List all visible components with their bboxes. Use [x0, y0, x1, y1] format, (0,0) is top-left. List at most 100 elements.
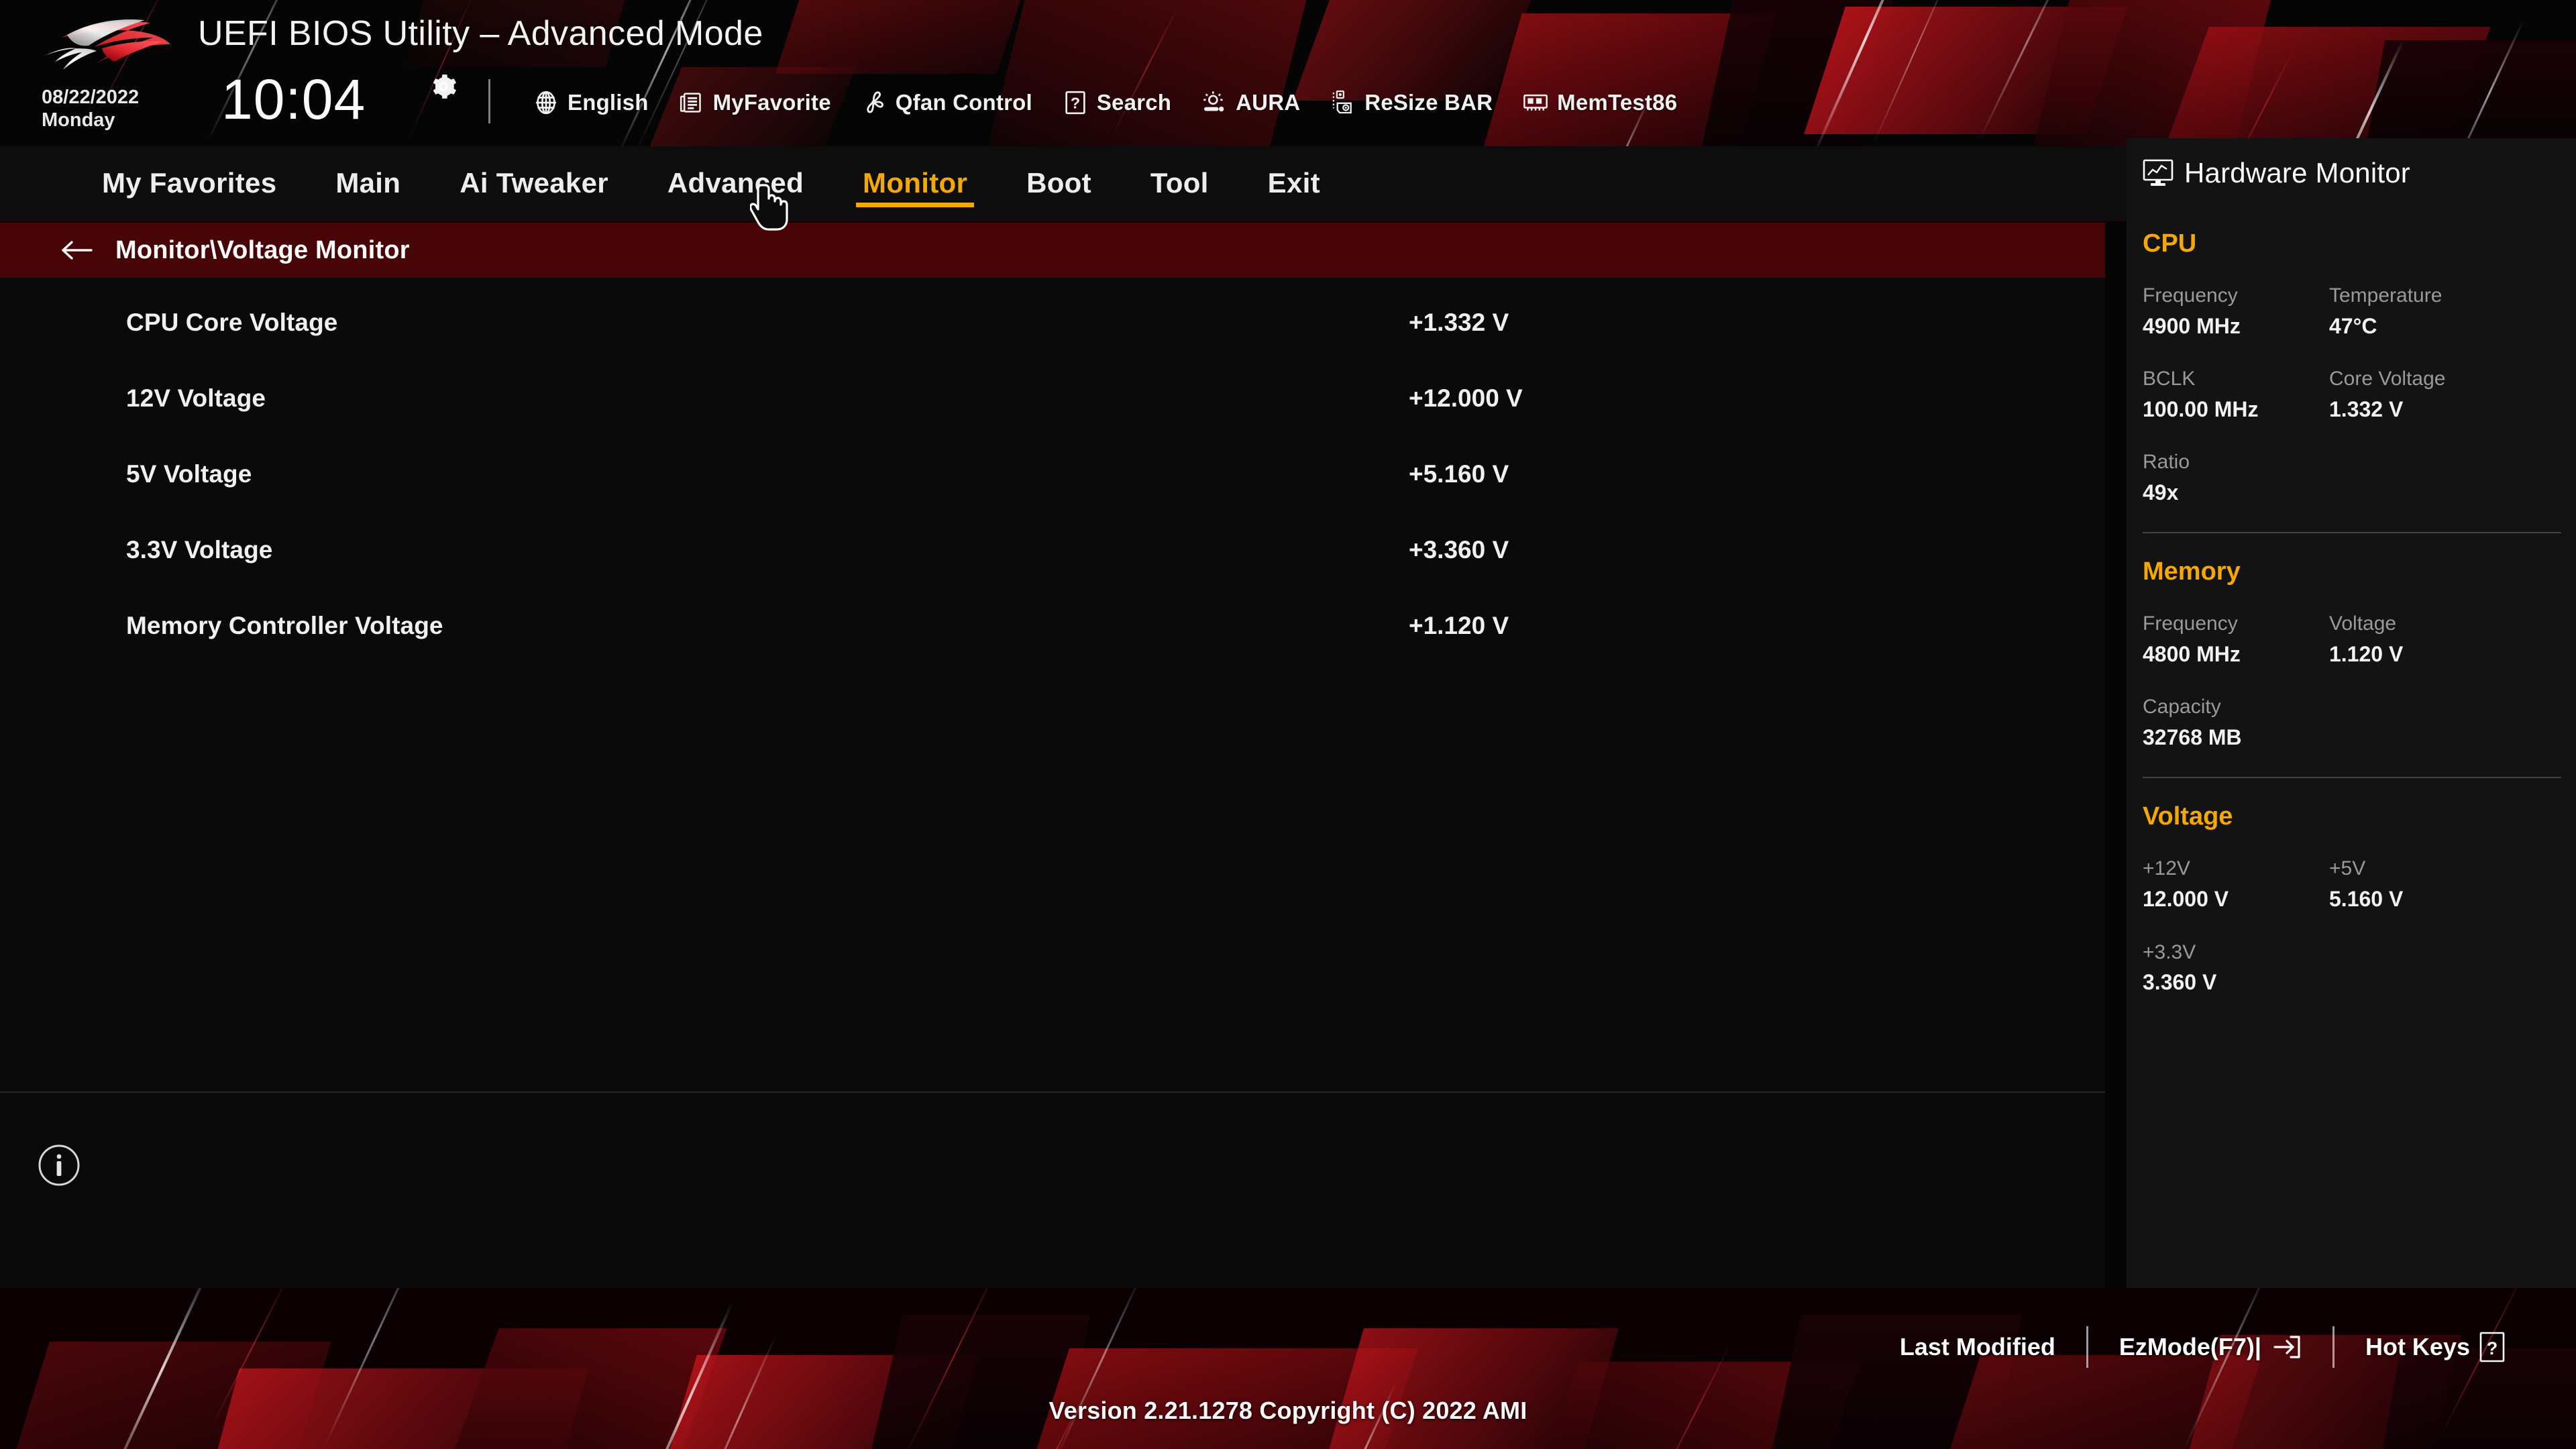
memtest86-label: MemTest86	[1557, 90, 1678, 115]
table-row[interactable]: CPU Core Voltage +1.332 V	[0, 284, 2105, 360]
row-label: CPU Core Voltage	[126, 308, 338, 336]
voltage-monitor-list: CPU Core Voltage +1.332 V 12V Voltage +1…	[0, 278, 2105, 1288]
weekday-value: Monday	[42, 109, 115, 131]
voltage-3-3v: +3.3V 3.360 V	[2143, 939, 2329, 997]
breadcrumb[interactable]: Monitor\Voltage Monitor	[0, 223, 2105, 278]
field-value: 5.160 V	[2329, 886, 2404, 911]
row-value: +5.160 V	[1409, 460, 1509, 488]
field-value: 12.000 V	[2143, 886, 2229, 911]
cpu-row-3: Ratio 49x	[2127, 449, 2576, 506]
qfan-control-label: Qfan Control	[895, 90, 1032, 115]
field-value: 47°C	[2329, 313, 2377, 338]
field-key: +12V	[2143, 857, 2190, 880]
cpu-temperature: Temperature 47°C	[2329, 282, 2516, 340]
tab-label: Advanced	[667, 167, 804, 199]
sidebar-section-memory-title: Memory	[2143, 557, 2241, 586]
cpu-row-1: Frequency 4900 MHz Temperature 47°C	[2127, 282, 2576, 340]
tab-exit[interactable]: Exit	[1238, 146, 1350, 221]
field-key: Ratio	[2143, 451, 2190, 474]
tab-label: Ai Tweaker	[460, 167, 608, 199]
ezmode-button[interactable]: EzMode(F7)|	[2088, 1323, 2332, 1371]
svg-text:?: ?	[2487, 1338, 2498, 1358]
memtest86-button[interactable]: MemTest86	[1507, 83, 1692, 123]
field-key: Frequency	[2143, 284, 2238, 307]
row-value: +3.360 V	[1409, 535, 1509, 564]
memory-frequency: Frequency 4800 MHz	[2143, 610, 2329, 668]
hardware-monitor-panel: Hardware Monitor CPU Frequency 4900 MHz …	[2127, 138, 2576, 1288]
field-value: 1.120 V	[2329, 641, 2404, 666]
field-value: 4900 MHz	[2143, 313, 2241, 338]
field-key: +3.3V	[2143, 941, 2196, 963]
tab-my-favorites[interactable]: My Favorites	[72, 146, 306, 221]
memory-voltage: Voltage 1.120 V	[2329, 610, 2516, 668]
tab-label: Exit	[1267, 167, 1320, 199]
globe-icon	[536, 91, 556, 115]
breadcrumb-path: Monitor\Voltage Monitor	[115, 235, 410, 264]
memory-module-icon	[1523, 94, 1548, 111]
back-arrow-icon[interactable]	[59, 239, 94, 262]
exit-arrow-icon	[2273, 1336, 2300, 1358]
cpu-ratio: Ratio 49x	[2143, 449, 2329, 506]
language-button[interactable]: English	[518, 83, 663, 123]
row-label: 5V Voltage	[126, 460, 252, 488]
clock-display: 10:04	[221, 68, 366, 131]
footer-bar: Last Modified EzMode(F7)| Hot Keys ?	[0, 1288, 2576, 1449]
field-key: BCLK	[2143, 368, 2196, 390]
field-key: Core Voltage	[2329, 368, 2446, 390]
field-key: Voltage	[2329, 612, 2397, 635]
voltage-row-1: +12V 12.000 V +5V 5.160 V	[2127, 855, 2576, 913]
ezmode-label: EzMode(F7)|	[2118, 1333, 2261, 1360]
date-display: 08/22/2022 Monday	[42, 86, 196, 131]
language-label: English	[568, 90, 649, 115]
last-modified-label: Last Modified	[1899, 1333, 2055, 1360]
tab-label: Boot	[1026, 167, 1091, 199]
cpu-frequency: Frequency 4900 MHz	[2143, 282, 2329, 340]
sidebar-divider	[2143, 532, 2561, 534]
resize-bar-button[interactable]: ReSize BAR	[1315, 83, 1507, 123]
search-button[interactable]: ? Search	[1047, 83, 1186, 123]
tab-label: Monitor	[863, 167, 968, 199]
gear-icon[interactable]	[429, 72, 458, 101]
tab-label: My Favorites	[102, 167, 277, 199]
field-value: 3.360 V	[2143, 970, 2217, 995]
bios-screen: UEFI BIOS Utility – Advanced Mode 08/22/…	[0, 0, 2576, 1449]
favorite-list-icon	[680, 93, 701, 113]
cpu-row-2: BCLK 100.00 MHz Core Voltage 1.332 V	[2127, 366, 2576, 423]
rog-logo-icon	[43, 19, 170, 70]
svg-text:?: ?	[1071, 95, 1080, 112]
question-box-icon: ?	[2479, 1332, 2505, 1362]
table-row[interactable]: 12V Voltage +12.000 V	[0, 360, 2105, 436]
table-row[interactable]: 3.3V Voltage +3.360 V	[0, 512, 2105, 588]
qfan-control-button[interactable]: Qfan Control	[846, 83, 1047, 123]
header-toolbar: English MyFavorite Qfan Control ? Search…	[518, 80, 1692, 125]
aura-lighting-icon	[1203, 91, 1224, 112]
field-key: Frequency	[2143, 612, 2238, 635]
tab-tool[interactable]: Tool	[1121, 146, 1238, 221]
tab-boot[interactable]: Boot	[997, 146, 1121, 221]
tab-ai-tweaker[interactable]: Ai Tweaker	[430, 146, 638, 221]
last-modified-button[interactable]: Last Modified	[1869, 1323, 2086, 1371]
voltage-12v: +12V 12.000 V	[2143, 855, 2329, 913]
tab-main[interactable]: Main	[306, 146, 430, 221]
field-value: 32768 MB	[2143, 724, 2242, 749]
aura-button[interactable]: AURA	[1186, 83, 1315, 123]
myfavorite-button[interactable]: MyFavorite	[663, 83, 846, 123]
myfavorite-label: MyFavorite	[712, 90, 831, 115]
memory-capacity: Capacity 32768 MB	[2143, 694, 2329, 751]
field-key: Temperature	[2329, 284, 2443, 307]
voltage-row-2: +3.3V 3.360 V	[2127, 939, 2576, 997]
field-key: Capacity	[2143, 696, 2221, 718]
tab-monitor[interactable]: Monitor	[833, 146, 997, 221]
content-divider	[0, 1091, 2105, 1093]
sidebar-divider	[2143, 777, 2561, 779]
tab-advanced[interactable]: Advanced	[638, 146, 833, 221]
table-row[interactable]: 5V Voltage +5.160 V	[0, 436, 2105, 512]
table-row[interactable]: Memory Controller Voltage +1.120 V	[0, 588, 2105, 663]
header-bar: UEFI BIOS Utility – Advanced Mode 08/22/…	[0, 0, 2576, 146]
voltage-5v: +5V 5.160 V	[2329, 855, 2516, 913]
search-label: Search	[1096, 90, 1172, 115]
hotkeys-button[interactable]: Hot Keys ?	[2334, 1323, 2536, 1371]
hardware-monitor-icon	[2143, 159, 2174, 186]
info-circle-icon[interactable]	[37, 1143, 81, 1187]
sidebar-section-cpu-title: CPU	[2143, 229, 2197, 258]
